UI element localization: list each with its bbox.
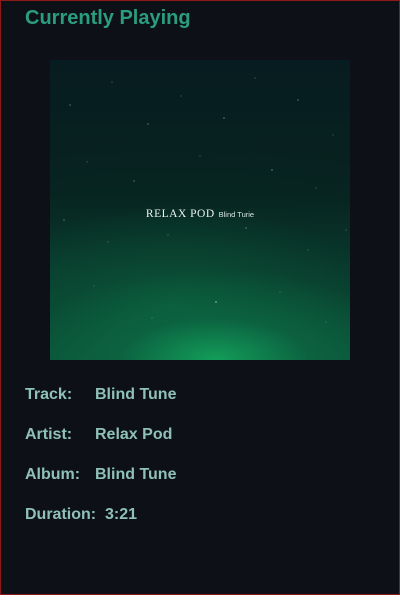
album-row: Album: Blind Tune xyxy=(25,466,176,484)
artist-label: Artist: xyxy=(25,426,73,443)
track-value: Blind Tune xyxy=(95,386,177,403)
track-label: Track: xyxy=(25,386,73,403)
album-cover: RELAX POD Blind Turie xyxy=(50,60,350,360)
cover-artist-text: RELAX POD xyxy=(145,208,215,220)
now-playing-panel: Currently Playing RELAX POD Blind Turie … xyxy=(0,0,400,595)
cover-caption: RELAX POD Blind Turie xyxy=(50,204,350,222)
artist-row: Artist: Relax Pod xyxy=(25,426,172,444)
duration-label: Duration: xyxy=(25,506,97,523)
duration-row: Duration: 3:21 xyxy=(25,506,137,524)
duration-value: 3:21 xyxy=(105,506,138,523)
page-title: Currently Playing xyxy=(25,7,191,29)
album-label: Album: xyxy=(25,466,81,483)
artist-value: Relax Pod xyxy=(95,426,173,443)
album-value: Blind Tune xyxy=(95,466,177,483)
track-row: Track: Blind Tune xyxy=(25,386,176,404)
cover-track-text: Blind Turie xyxy=(218,210,255,219)
